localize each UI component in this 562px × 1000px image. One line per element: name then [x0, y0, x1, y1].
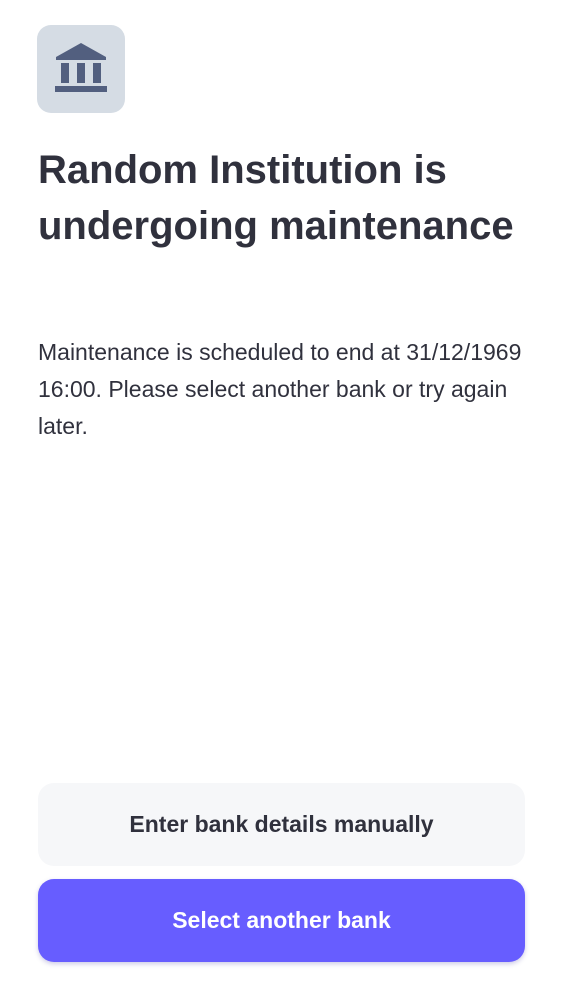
enter-bank-details-manually-button[interactable]: Enter bank details manually [38, 783, 525, 866]
page-title: Random Institution is undergoing mainten… [38, 148, 514, 248]
bank-icon [55, 43, 107, 92]
institution-icon-container [37, 25, 125, 113]
maintenance-message: Maintenance is scheduled to end at 31/12… [38, 339, 522, 439]
select-another-bank-button[interactable]: Select another bank [38, 879, 525, 962]
